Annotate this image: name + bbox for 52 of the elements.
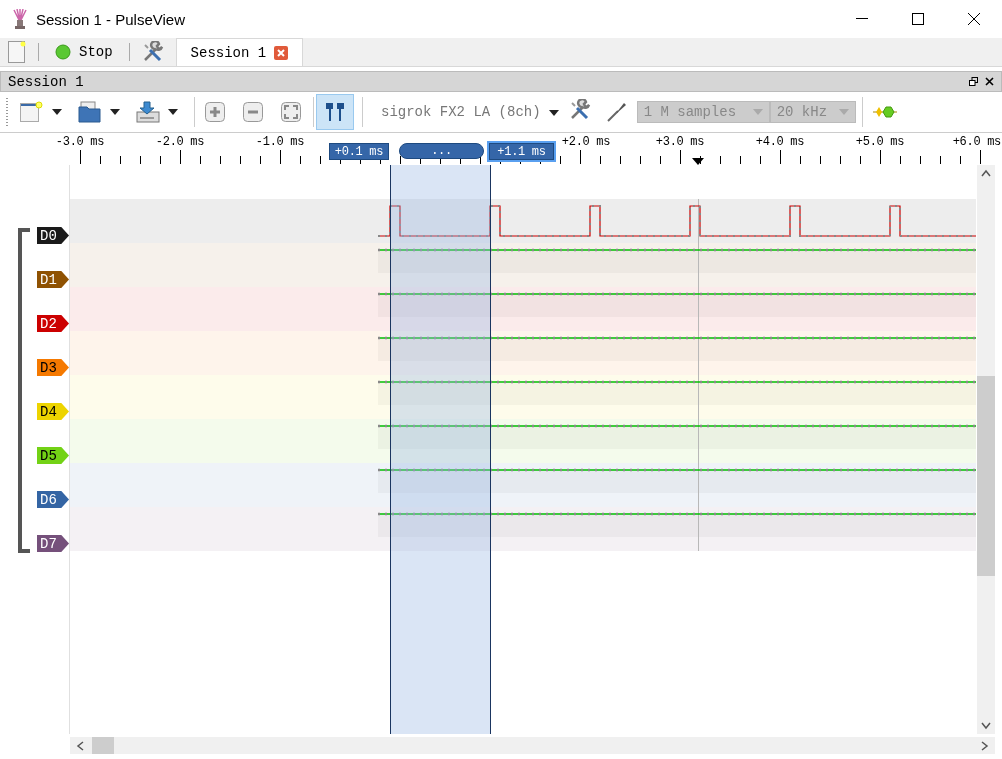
decoder-icon[interactable] bbox=[872, 105, 897, 119]
trigger-marker-icon bbox=[692, 158, 704, 165]
scrollbar-thumb[interactable] bbox=[92, 737, 114, 754]
status-dot-icon bbox=[55, 44, 71, 60]
time-label: +5.0 ms bbox=[855, 135, 905, 149]
folder-icon[interactable] bbox=[78, 101, 102, 123]
caret-icon[interactable] bbox=[52, 109, 62, 115]
device-selector[interactable]: sigrok FX2 LA (8ch) bbox=[381, 104, 541, 120]
window-title: Session 1 - PulseView bbox=[36, 10, 185, 28]
time-label: -3.0 ms bbox=[55, 135, 105, 149]
scroll-right-icon[interactable] bbox=[979, 739, 989, 752]
caret-icon[interactable] bbox=[548, 110, 559, 116]
cursor-flag[interactable]: +0.1 ms bbox=[329, 143, 389, 160]
time-label: +6.0 ms bbox=[952, 135, 1001, 149]
time-span-label[interactable]: ... bbox=[399, 143, 484, 159]
channel-label[interactable]: D7 bbox=[37, 535, 69, 552]
channel-label[interactable]: D1 bbox=[37, 271, 69, 288]
time-label: +2.0 ms bbox=[561, 135, 611, 149]
panel-title: Session 1 bbox=[8, 73, 84, 90]
minimize-icon[interactable] bbox=[856, 18, 868, 20]
time-label: +3.0 ms bbox=[655, 135, 705, 149]
caret-icon[interactable] bbox=[168, 109, 178, 115]
channel-label[interactable]: D4 bbox=[37, 403, 69, 420]
tools-icon[interactable] bbox=[568, 99, 591, 121]
zoom-in-icon[interactable] bbox=[205, 102, 225, 122]
maximize-icon[interactable] bbox=[912, 13, 924, 25]
channel-label[interactable]: D6 bbox=[37, 491, 69, 508]
cursor-icon bbox=[324, 102, 346, 122]
caret-icon[interactable] bbox=[110, 109, 120, 115]
zoom-out-icon[interactable] bbox=[243, 102, 263, 122]
app-icon bbox=[12, 9, 28, 29]
stop-button[interactable]: Stop bbox=[43, 38, 125, 66]
scroll-left-icon[interactable] bbox=[76, 739, 86, 752]
new-icon[interactable] bbox=[20, 101, 44, 123]
close-icon[interactable] bbox=[968, 13, 980, 25]
scrollbar-thumb[interactable] bbox=[977, 376, 995, 576]
time-label: -2.0 ms bbox=[155, 135, 205, 149]
cursor-flag[interactable]: +1.1 ms bbox=[489, 143, 554, 160]
tools-icon[interactable] bbox=[141, 41, 164, 63]
channel-label[interactable]: D5 bbox=[37, 447, 69, 464]
close-icon[interactable] bbox=[985, 77, 994, 86]
time-label: +4.0 ms bbox=[755, 135, 805, 149]
session-tab[interactable]: Session 1 bbox=[175, 38, 304, 66]
cursors-toggle[interactable] bbox=[316, 94, 354, 130]
save-icon[interactable] bbox=[136, 101, 160, 123]
channel-label[interactable]: D2 bbox=[37, 315, 69, 332]
float-icon[interactable] bbox=[969, 77, 978, 86]
time-label: -1.0 ms bbox=[255, 135, 305, 149]
channel-label[interactable]: D0 bbox=[37, 227, 69, 244]
zoom-fit-icon[interactable] bbox=[281, 102, 301, 122]
channel-label[interactable]: D3 bbox=[37, 359, 69, 376]
new-session-icon[interactable] bbox=[8, 41, 26, 63]
